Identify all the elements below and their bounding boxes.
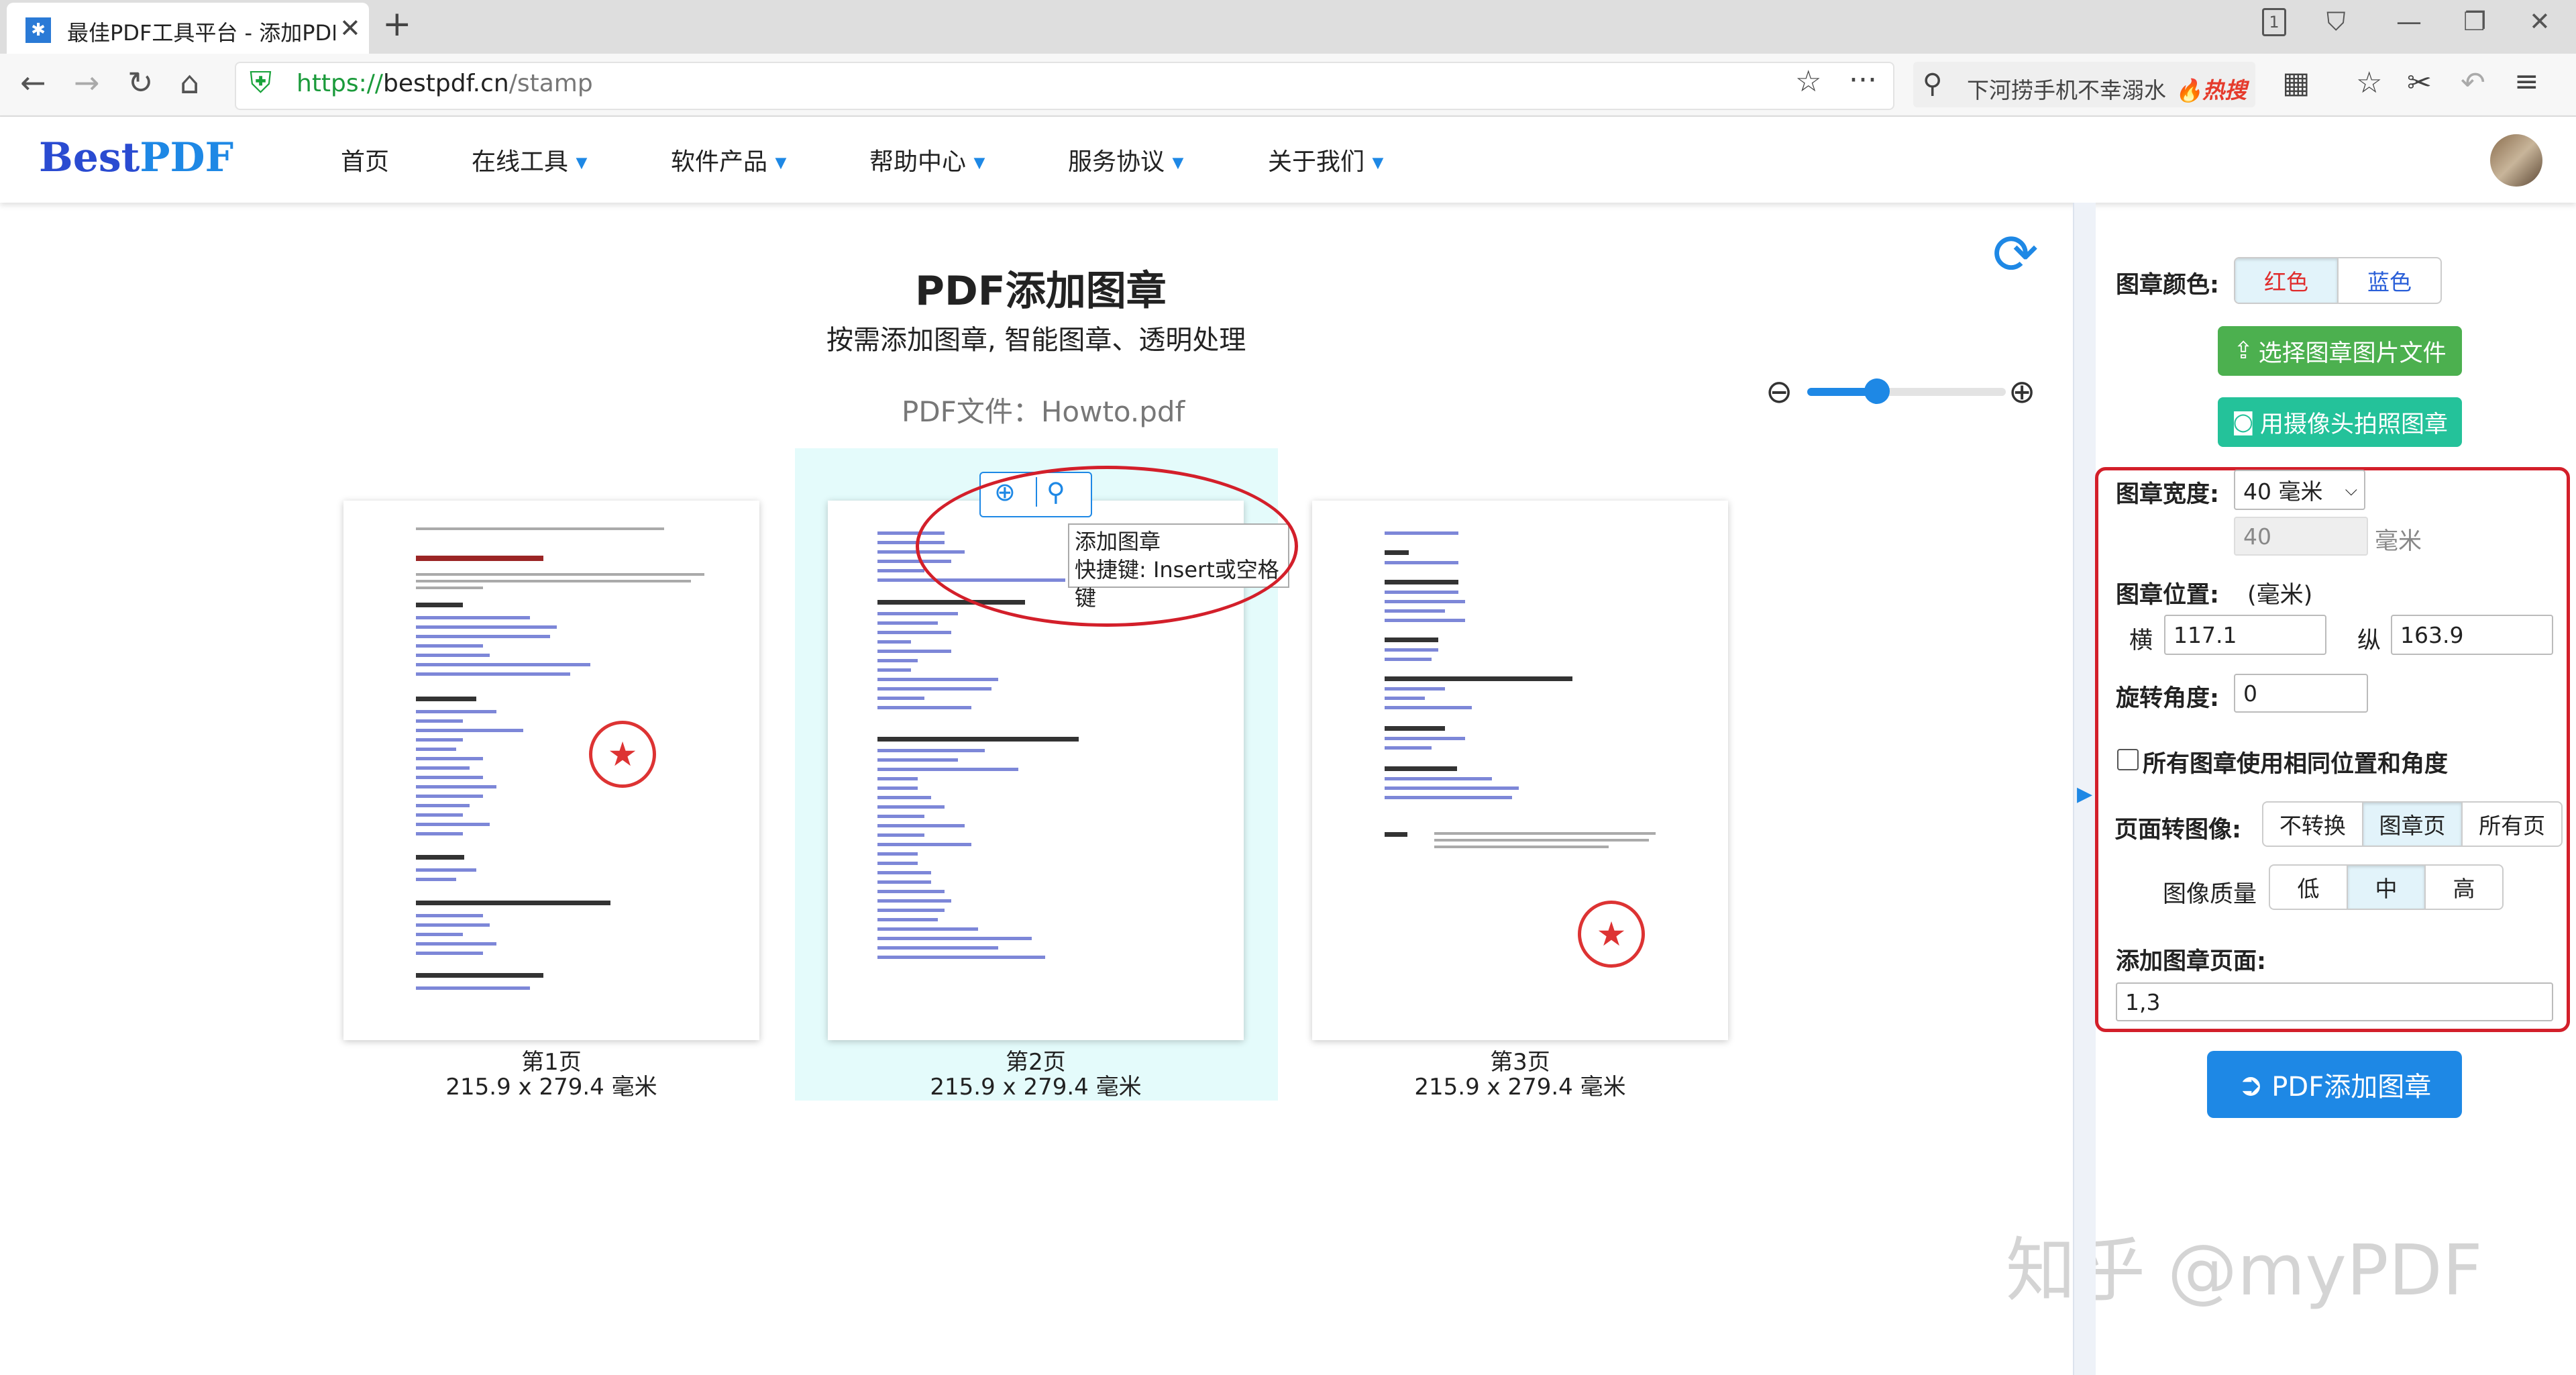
secure-shield-icon: ⛨ <box>250 66 272 100</box>
color-blue-button[interactable]: 蓝色 <box>2339 258 2440 303</box>
shirt-icon[interactable]: ⛉ <box>2326 7 2346 37</box>
quality-high-button[interactable]: 高 <box>2426 866 2502 909</box>
caret-down-icon: ▼ <box>1372 154 1384 172</box>
new-tab-icon[interactable]: + <box>382 4 412 44</box>
tab-close-icon[interactable]: ✕ <box>339 13 361 43</box>
select-stamp-image-button[interactable]: ⇪ 选择图章图片文件 <box>2218 326 2462 376</box>
caret-down-icon: ▼ <box>1172 154 1184 172</box>
file-name: PDF文件：Howto.pdf <box>902 395 1185 428</box>
stamp-mark[interactable]: ★ <box>1578 901 1645 968</box>
page-title: PDF添加图章 <box>915 268 1167 315</box>
search-suggestion[interactable]: 下河捞手机不幸溺水 <box>1967 72 2166 105</box>
zoom-slider-handle[interactable] <box>1864 378 1890 404</box>
color-red-button[interactable]: 红色 <box>2235 258 2339 303</box>
minimize-icon[interactable]: — <box>2396 7 2422 36</box>
width-unit: 毫米 <box>2375 528 2422 555</box>
width-select[interactable]: 40 毫米 ⌵ <box>2234 470 2365 510</box>
color-toggle: 红色 蓝色 <box>2234 257 2442 304</box>
url-text[interactable]: https://bestpdf.cn/stamp <box>297 70 593 97</box>
caret-down-icon: ▼ <box>775 154 787 172</box>
rotate-input[interactable]: 0 <box>2234 674 2368 713</box>
search-icon: ⚲ <box>1923 68 1943 99</box>
caret-down-icon: ▼ <box>973 154 985 172</box>
nav-agreement[interactable]: 服务协议 ▼ <box>1068 142 1183 177</box>
y-position-input[interactable]: 163.9 <box>2391 615 2553 655</box>
same-position-label: 所有图章使用相同位置和角度 <box>2143 751 2449 778</box>
refresh-icon[interactable]: ⟳ <box>1992 223 2039 287</box>
site-logo[interactable]: BestPDF <box>39 134 233 181</box>
page-3-size: 215.9 x 279.4 毫米 <box>1414 1074 1626 1101</box>
nav-help[interactable]: 帮助中心 ▼ <box>869 142 985 177</box>
stamp-mark[interactable]: ★ <box>589 721 656 788</box>
back-icon[interactable]: ← <box>20 64 46 101</box>
quality-low-button[interactable]: 低 <box>2270 866 2348 909</box>
zoom-in-icon[interactable]: ⊕ <box>2008 373 2035 411</box>
annotation-ellipse <box>916 466 1298 627</box>
bookmark-star-icon[interactable]: ☆ <box>1795 64 1821 99</box>
pages-label: 添加图章页面: <box>2116 948 2266 975</box>
nav-online-tools[interactable]: 在线工具 ▼ <box>472 142 587 177</box>
nav-about[interactable]: 关于我们 ▼ <box>1268 142 1383 177</box>
quality-medium-button[interactable]: 中 <box>2348 866 2426 909</box>
tab-title: 最佳PDF工具平台 - 添加PDF图章 <box>67 20 335 46</box>
add-stamp-submit-button[interactable]: ➲ PDF添加图章 <box>2207 1051 2462 1118</box>
position-label: 图章位置: <box>2116 582 2219 609</box>
restore-icon[interactable]: ❐ <box>2463 7 2486 36</box>
pdf-page-3[interactable]: ★ <box>1312 501 1728 1040</box>
position-unit: (毫米) <box>2247 582 2313 609</box>
favorites-list-icon[interactable]: ☆ <box>2356 66 2382 100</box>
quality-label: 图像质量 <box>2163 881 2257 908</box>
convert-label: 页面转图像: <box>2114 817 2241 844</box>
convert-toggle: 不转换 图章页 所有页 <box>2262 801 2563 847</box>
collapse-arrow-icon[interactable]: ▶ <box>2077 782 2092 806</box>
browser-tab[interactable]: ✱ 最佳PDF工具平台 - 添加PDF图章 ✕ <box>7 3 369 54</box>
user-avatar[interactable] <box>2490 134 2542 187</box>
forward-icon[interactable]: → <box>74 64 100 101</box>
reload-icon[interactable]: ↻ <box>127 64 154 101</box>
page-2-size: 215.9 x 279.4 毫米 <box>930 1074 1142 1101</box>
scissors-icon[interactable]: ✂ <box>2407 66 2432 100</box>
chevron-down-icon: ⌵ <box>2345 480 2357 499</box>
quality-toggle: 低 中 高 <box>2269 864 2504 910</box>
home-icon[interactable]: ⌂ <box>180 64 199 101</box>
convert-all-pages-button[interactable]: 所有页 <box>2463 803 2561 846</box>
zoom-out-icon[interactable]: ⊖ <box>1766 373 1792 411</box>
undo-icon[interactable]: ↶ <box>2461 66 2485 100</box>
apps-grid-icon[interactable]: ▦ <box>2282 66 2310 100</box>
page-1-size: 215.9 x 279.4 毫米 <box>445 1074 657 1101</box>
rotate-label: 旋转角度: <box>2116 685 2219 712</box>
convert-stamp-pages-button[interactable]: 图章页 <box>2363 803 2463 846</box>
menu-icon[interactable]: ≡ <box>2514 64 2539 99</box>
page-subtitle: 按需添加图章, 智能图章、透明处理 <box>826 325 1246 356</box>
convert-none-button[interactable]: 不转换 <box>2263 803 2363 846</box>
upload-icon: ⇪ <box>2233 338 2253 364</box>
nav-software[interactable]: 软件产品 ▼ <box>671 142 786 177</box>
camera-icon: ◙ <box>2232 409 2255 436</box>
x-label: 横 <box>2129 627 2153 654</box>
arrow-circle-icon: ➲ <box>2237 1066 2264 1103</box>
browser-search-box[interactable]: ⚲ 下河捞手机不幸溺水 🔥热搜 <box>1913 62 2255 107</box>
pdf-page-1[interactable]: ★ <box>343 501 759 1040</box>
hot-badge: 🔥热搜 <box>2175 77 2247 103</box>
y-label: 纵 <box>2357 627 2381 654</box>
color-label: 图章颜色: <box>2116 272 2219 299</box>
site-favicon-icon: ✱ <box>25 17 51 43</box>
pages-input[interactable]: 1,3 <box>2116 982 2553 1021</box>
tab-count-icon[interactable]: 1 <box>2262 8 2286 36</box>
width-label: 图章宽度: <box>2116 481 2219 508</box>
more-icon[interactable]: ··· <box>1849 63 1877 97</box>
width-value-input: 40 <box>2234 517 2368 556</box>
x-position-input[interactable]: 117.1 <box>2164 615 2326 655</box>
nav-home[interactable]: 首页 <box>341 142 389 177</box>
same-position-checkbox[interactable] <box>2117 749 2139 770</box>
camera-stamp-button[interactable]: ◙ 用摄像头拍照图章 <box>2218 397 2462 447</box>
caret-down-icon: ▼ <box>576 154 588 172</box>
close-window-icon[interactable]: ✕ <box>2529 7 2551 36</box>
